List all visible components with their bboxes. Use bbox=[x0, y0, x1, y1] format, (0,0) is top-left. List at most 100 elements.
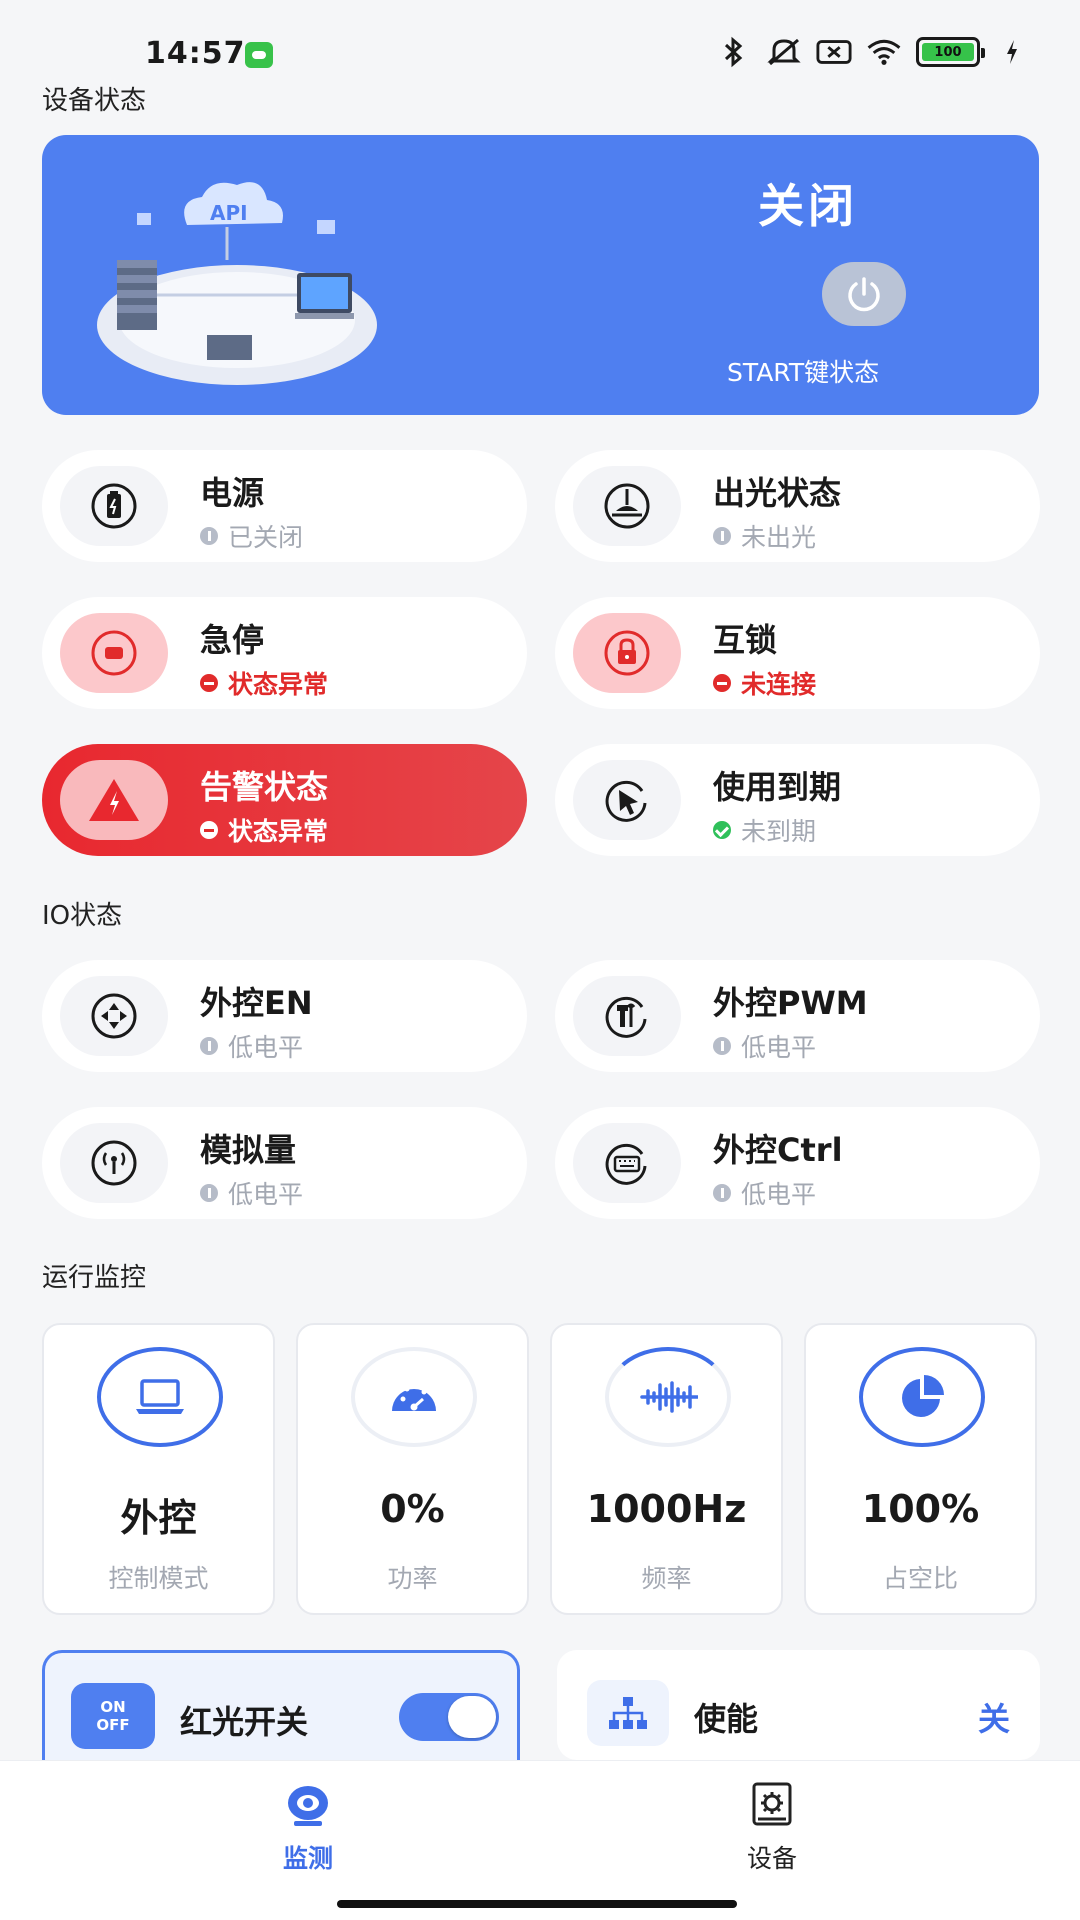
power-button[interactable] bbox=[822, 262, 906, 326]
monitor-label: 功率 bbox=[387, 1564, 438, 1593]
io-card-pwm[interactable]: 外控PWM 低电平 bbox=[555, 960, 1040, 1072]
tools-icon bbox=[605, 996, 647, 1038]
monitor-eye-icon bbox=[288, 1786, 328, 1826]
card-title: 使用到期 bbox=[713, 768, 842, 806]
monitor-control-mode[interactable]: 外控 控制模式 bbox=[42, 1323, 275, 1615]
api-illustration: API bbox=[97, 182, 377, 385]
card-title: 外控EN bbox=[200, 984, 313, 1022]
io-card-ctrl[interactable]: 外控Ctrl 低电平 bbox=[555, 1107, 1040, 1219]
red-light-toggle[interactable] bbox=[399, 1693, 499, 1741]
io-card-analog[interactable]: 模拟量 低电平 bbox=[42, 1107, 527, 1219]
charging-icon bbox=[994, 36, 1030, 68]
status-icons: 100 bbox=[716, 36, 1030, 68]
card-status: 低电平 bbox=[228, 1180, 304, 1209]
card-title: 外控PWM bbox=[713, 984, 868, 1022]
card-status: 未出光 bbox=[741, 523, 817, 552]
section-title-run-monitor: 运行监控 bbox=[42, 1263, 147, 1293]
card-status: 低电平 bbox=[741, 1033, 817, 1062]
network-icon bbox=[609, 1697, 647, 1729]
info-icon bbox=[713, 1037, 731, 1055]
gauge-icon bbox=[392, 1383, 436, 1411]
cursor-timer-icon bbox=[605, 780, 647, 822]
check-icon bbox=[713, 821, 731, 839]
monitor-value: 1000Hz bbox=[586, 1487, 747, 1531]
power-supply-card[interactable]: 电源 已关闭 bbox=[42, 450, 527, 562]
laser-output-icon bbox=[604, 483, 650, 529]
waveform-icon bbox=[640, 1381, 698, 1413]
card-status: 低电平 bbox=[741, 1180, 817, 1209]
info-icon bbox=[200, 1184, 218, 1202]
pie-chart-icon bbox=[902, 1375, 944, 1417]
interlock-card[interactable]: 互锁 未连接 bbox=[555, 597, 1040, 709]
power-icon bbox=[848, 277, 880, 312]
bluetooth-icon bbox=[716, 36, 752, 68]
card-status: 状态异常 bbox=[228, 817, 329, 846]
info-icon bbox=[713, 1184, 731, 1202]
monitor-value: 100% bbox=[861, 1487, 980, 1531]
start-key-caption: START键状态 bbox=[727, 358, 880, 387]
monitor-duty-cycle[interactable]: 100% 占空比 bbox=[804, 1323, 1037, 1615]
card-title: 告警状态 bbox=[200, 768, 329, 806]
section-title-device-status: 设备状态 bbox=[42, 86, 147, 116]
monitor-frequency[interactable]: 1000Hz 频率 bbox=[550, 1323, 783, 1615]
expiry-card[interactable]: 使用到期 未到期 bbox=[555, 744, 1040, 856]
monitor-label: 控制模式 bbox=[108, 1564, 209, 1593]
card-status: 低电平 bbox=[228, 1033, 304, 1062]
error-icon bbox=[200, 821, 218, 839]
red-light-label: 红光开关 bbox=[180, 1703, 309, 1741]
info-icon bbox=[713, 527, 731, 545]
card-title: 电源 bbox=[200, 474, 265, 512]
start-key-state: 关闭 bbox=[758, 179, 858, 233]
bottom-tab-bar: 监测 设备 bbox=[0, 1760, 1080, 1920]
tab-monitor[interactable]: 监测 bbox=[238, 1781, 378, 1875]
device-settings-icon bbox=[752, 1782, 792, 1826]
gamepad-icon bbox=[91, 993, 137, 1039]
light-output-card[interactable]: 出光状态 未出光 bbox=[555, 450, 1040, 562]
app-notification-icon bbox=[245, 42, 273, 68]
card-status: 状态异常 bbox=[228, 670, 329, 699]
card-status: 已关闭 bbox=[228, 523, 304, 552]
enable-value[interactable]: 关 bbox=[978, 1694, 1010, 1740]
card-title: 互锁 bbox=[713, 621, 778, 659]
stop-icon bbox=[91, 630, 137, 676]
card-title: 模拟量 bbox=[200, 1131, 297, 1169]
monitor-value: 外控 bbox=[120, 1496, 197, 1540]
monitor-power[interactable]: 0% 功率 bbox=[296, 1323, 529, 1615]
error-icon bbox=[200, 674, 218, 692]
monitor-label: 频率 bbox=[641, 1564, 692, 1593]
tab-device[interactable]: 设备 bbox=[702, 1781, 842, 1875]
laptop-icon bbox=[136, 1379, 184, 1414]
section-title-io-status: IO状态 bbox=[42, 901, 123, 931]
enable-label: 使能 bbox=[694, 1700, 759, 1738]
keyboard-icon bbox=[605, 1143, 647, 1185]
status-bar: 14:57 100 bbox=[0, 0, 1080, 80]
card-title: 出光状态 bbox=[713, 474, 842, 512]
alarm-status-card[interactable]: 告警状态 状态异常 bbox=[42, 744, 527, 856]
tab-label: 设备 bbox=[746, 1844, 797, 1873]
card-title: 外控Ctrl bbox=[713, 1131, 843, 1169]
tab-label: 监测 bbox=[282, 1844, 333, 1873]
home-indicator[interactable] bbox=[337, 1900, 737, 1908]
no-sim-icon bbox=[816, 36, 852, 68]
monitor-label: 占空比 bbox=[882, 1564, 958, 1593]
card-status: 未到期 bbox=[741, 817, 817, 846]
enable-card[interactable]: 使能 关 bbox=[557, 1650, 1040, 1760]
red-light-switch-card[interactable]: ON OFF 红光开关 bbox=[42, 1650, 520, 1765]
warning-icon bbox=[89, 779, 139, 821]
start-key-status-card: API 关闭 START键状态 bbox=[42, 135, 1039, 415]
lock-icon bbox=[604, 630, 650, 676]
wifi-icon bbox=[866, 36, 902, 68]
signal-tower-icon bbox=[91, 1140, 137, 1186]
info-icon bbox=[200, 527, 218, 545]
mute-icon bbox=[766, 36, 802, 68]
on-off-icon: ON OFF bbox=[71, 1683, 155, 1749]
battery-icon: 100 bbox=[916, 37, 985, 67]
emergency-stop-card[interactable]: 急停 状态异常 bbox=[42, 597, 527, 709]
info-icon bbox=[200, 1037, 218, 1055]
io-card-en[interactable]: 外控EN 低电平 bbox=[42, 960, 527, 1072]
card-title: 急停 bbox=[200, 621, 265, 659]
card-status: 未连接 bbox=[741, 670, 817, 699]
error-icon bbox=[713, 674, 731, 692]
monitor-value: 0% bbox=[380, 1487, 445, 1531]
status-time: 14:57 bbox=[145, 36, 246, 71]
